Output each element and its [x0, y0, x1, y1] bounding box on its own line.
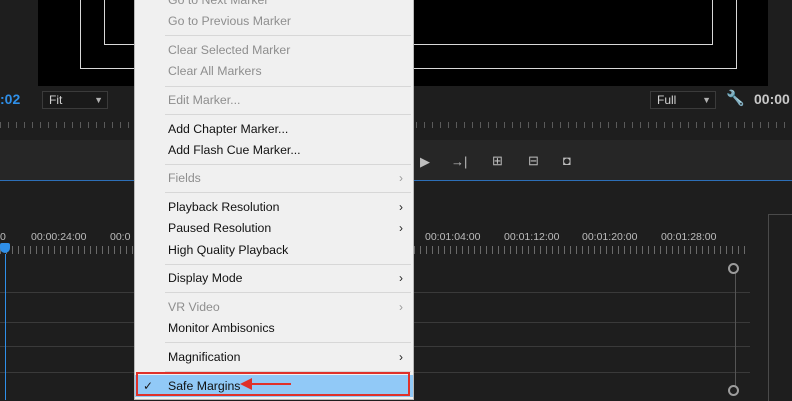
menu-item-label: Clear All Markers: [168, 64, 262, 78]
chevron-right-icon: ›: [399, 350, 403, 364]
menu-item-vr-video[interactable]: VR Video ›: [135, 296, 413, 318]
menu-item-label: Paused Resolution: [168, 221, 272, 235]
chevron-right-icon: ›: [399, 271, 403, 285]
overwrite-icon[interactable]: ⊟: [528, 153, 539, 169]
timeline-label: 00:01:04:00: [425, 231, 481, 243]
adjacent-panel: [768, 214, 792, 401]
menu-item-label: Edit Marker...: [168, 93, 241, 107]
menu-item-label: Go to Previous Marker: [168, 14, 292, 28]
resolution-dropdown-value: Full: [657, 93, 677, 107]
menu-separator: [165, 86, 411, 87]
playhead-handle[interactable]: [0, 243, 10, 253]
timeline-label: 00:01:12:00: [504, 231, 560, 243]
menu-item-label: Clear Selected Marker: [168, 43, 291, 57]
fit-dropdown-value: Fit: [49, 93, 63, 107]
menu-item-label: Fields: [168, 171, 201, 185]
menu-item-high-quality-playback[interactable]: High Quality Playback: [135, 239, 413, 261]
menu-item-label: Monitor Ambisonics: [168, 321, 275, 335]
menu-item-label: High Quality Playback: [168, 243, 289, 257]
menu-item-display-mode[interactable]: Display Mode ›: [135, 267, 413, 289]
annotation-arrow-icon: [240, 378, 291, 390]
menu-separator: [165, 114, 411, 115]
timeline-label: 00:00:24:00: [31, 231, 87, 243]
timeline-label: 00:01:20:00: [582, 231, 638, 243]
menu-item-label: Playback Resolution: [168, 200, 280, 214]
go-to-out-point-icon[interactable]: →|: [451, 154, 467, 169]
menu-item-go-to-previous-marker[interactable]: Go to Previous Marker: [135, 10, 413, 32]
insert-icon[interactable]: ⊞: [492, 153, 503, 169]
wrench-icon[interactable]: 🔧: [726, 89, 745, 107]
menu-item-label: VR Video: [168, 300, 220, 314]
menu-item-label: Display Mode: [168, 271, 243, 285]
step-forward-icon[interactable]: ▶︎: [420, 154, 430, 170]
menu-item-paused-resolution[interactable]: Paused Resolution ›: [135, 217, 413, 239]
menu-item-fields[interactable]: Fields ›: [135, 167, 413, 189]
menu-separator: [165, 292, 411, 293]
menu-item-playback-resolution[interactable]: Playback Resolution ›: [135, 196, 413, 218]
export-frame-icon[interactable]: ◘: [563, 153, 571, 168]
menu-item-add-chapter-marker[interactable]: Add Chapter Marker...: [135, 118, 413, 140]
menu-separator: [165, 342, 411, 343]
menu-item-monitor-ambisonics[interactable]: Monitor Ambisonics: [135, 317, 413, 339]
chevron-down-icon: ▼: [94, 95, 103, 105]
scroll-handle-bottom[interactable]: [728, 385, 739, 396]
timeline-label: 00:01:28:00: [661, 231, 717, 243]
vertical-scrollbar[interactable]: [735, 272, 736, 386]
duration-timecode: 00:00: [754, 91, 790, 107]
menu-item-clear-all-markers[interactable]: Clear All Markers: [135, 60, 413, 82]
menu-item-add-flash-cue-marker[interactable]: Add Flash Cue Marker...: [135, 139, 413, 161]
menu-item-label: Add Flash Cue Marker...: [168, 143, 301, 157]
chevron-right-icon: ›: [399, 221, 403, 235]
menu-item-edit-marker[interactable]: Edit Marker...: [135, 89, 413, 111]
chevron-right-icon: ›: [399, 300, 403, 314]
resolution-dropdown[interactable]: Full ▼: [650, 91, 716, 109]
menu-separator: [165, 264, 411, 265]
timeline-label: 00:0: [110, 231, 131, 243]
chevron-right-icon: ›: [399, 171, 403, 185]
menu-separator: [165, 35, 411, 36]
menu-separator: [165, 164, 411, 165]
menu-separator: [165, 192, 411, 193]
menu-item-label: Magnification: [168, 350, 241, 364]
monitor-context-menu: Go to Next Marker Go to Previous Marker …: [134, 0, 414, 400]
menu-item-magnification[interactable]: Magnification ›: [135, 346, 413, 368]
fit-dropdown[interactable]: Fit ▼: [42, 91, 108, 109]
chevron-right-icon: ›: [399, 200, 403, 214]
timeline-label: 0: [0, 231, 6, 243]
menu-item-label: Add Chapter Marker...: [168, 122, 289, 136]
chevron-down-icon: ▼: [702, 95, 711, 105]
menu-item-clear-selected-marker[interactable]: Clear Selected Marker: [135, 39, 413, 61]
playhead-line: [5, 254, 6, 400]
playhead-timecode[interactable]: :02: [0, 91, 20, 107]
scroll-handle-top[interactable]: [728, 263, 739, 274]
